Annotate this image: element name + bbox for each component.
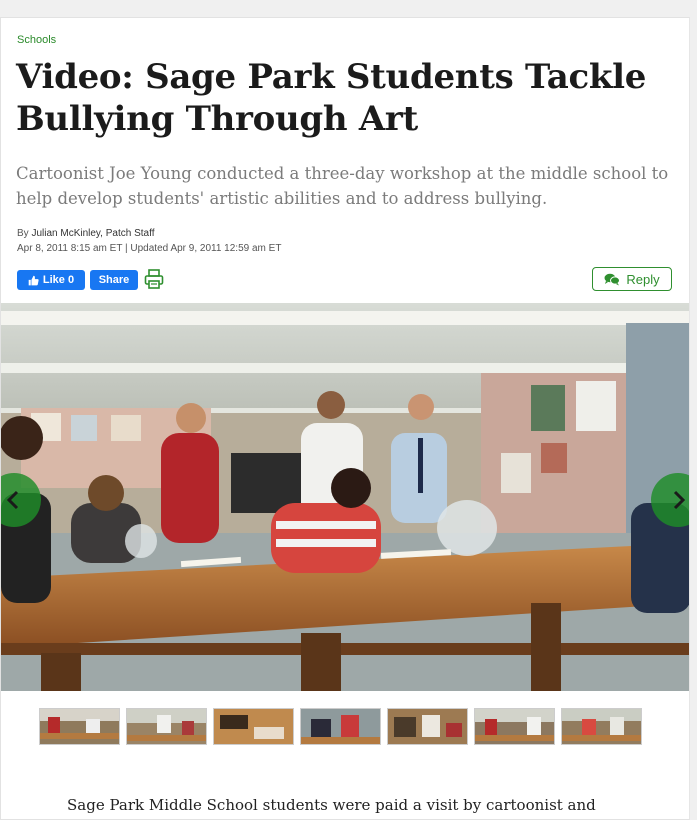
gallery-thumbnail[interactable]	[39, 708, 120, 745]
article-actions: Like 0 Share Reply	[17, 267, 672, 293]
gallery-thumbnail[interactable]	[387, 708, 468, 745]
article-body-first-line: Sage Park Middle School students were pa…	[67, 796, 596, 814]
comment-bubbles-icon	[604, 273, 621, 285]
gallery-main-photo[interactable]	[1, 303, 689, 691]
gallery-thumbnail[interactable]	[300, 708, 381, 745]
chevron-right-icon	[673, 490, 686, 510]
byline-prefix: By	[17, 228, 32, 239]
article-dek: Cartoonist Joe Young conducted a three-d…	[16, 164, 669, 208]
facebook-like-button[interactable]: Like 0	[17, 270, 85, 290]
headline: Video: Sage Park Students Tackle Bullyin…	[16, 57, 647, 139]
dateline: Apr 8, 2011 8:15 am ET | Updated Apr 9, …	[17, 243, 282, 254]
gallery-thumbnail[interactable]	[474, 708, 555, 745]
thumbs-up-icon	[28, 275, 39, 285]
reply-label: Reply	[626, 271, 660, 287]
reply-button[interactable]: Reply	[592, 267, 672, 291]
printer-icon[interactable]	[143, 268, 165, 290]
gallery-thumbnail[interactable]	[561, 708, 642, 745]
byline: By Julian McKinley, Patch Staff Apr 8, 2…	[17, 226, 281, 256]
chevron-left-icon	[6, 490, 19, 510]
facebook-share-button[interactable]: Share	[90, 270, 138, 290]
article-card: Schools Video: Sage Park Students Tackle…	[0, 17, 690, 820]
author-name[interactable]: Julian McKinley, Patch Staff	[31, 228, 154, 239]
like-label: Like 0	[42, 274, 75, 286]
gallery-thumbnail[interactable]	[126, 708, 207, 745]
author-line: By Julian McKinley, Patch Staff	[17, 226, 281, 241]
classroom-photo	[1, 303, 689, 691]
gallery-thumbnails	[39, 708, 642, 745]
category-link[interactable]: Schools	[17, 34, 56, 46]
gallery-thumbnail[interactable]	[213, 708, 294, 745]
